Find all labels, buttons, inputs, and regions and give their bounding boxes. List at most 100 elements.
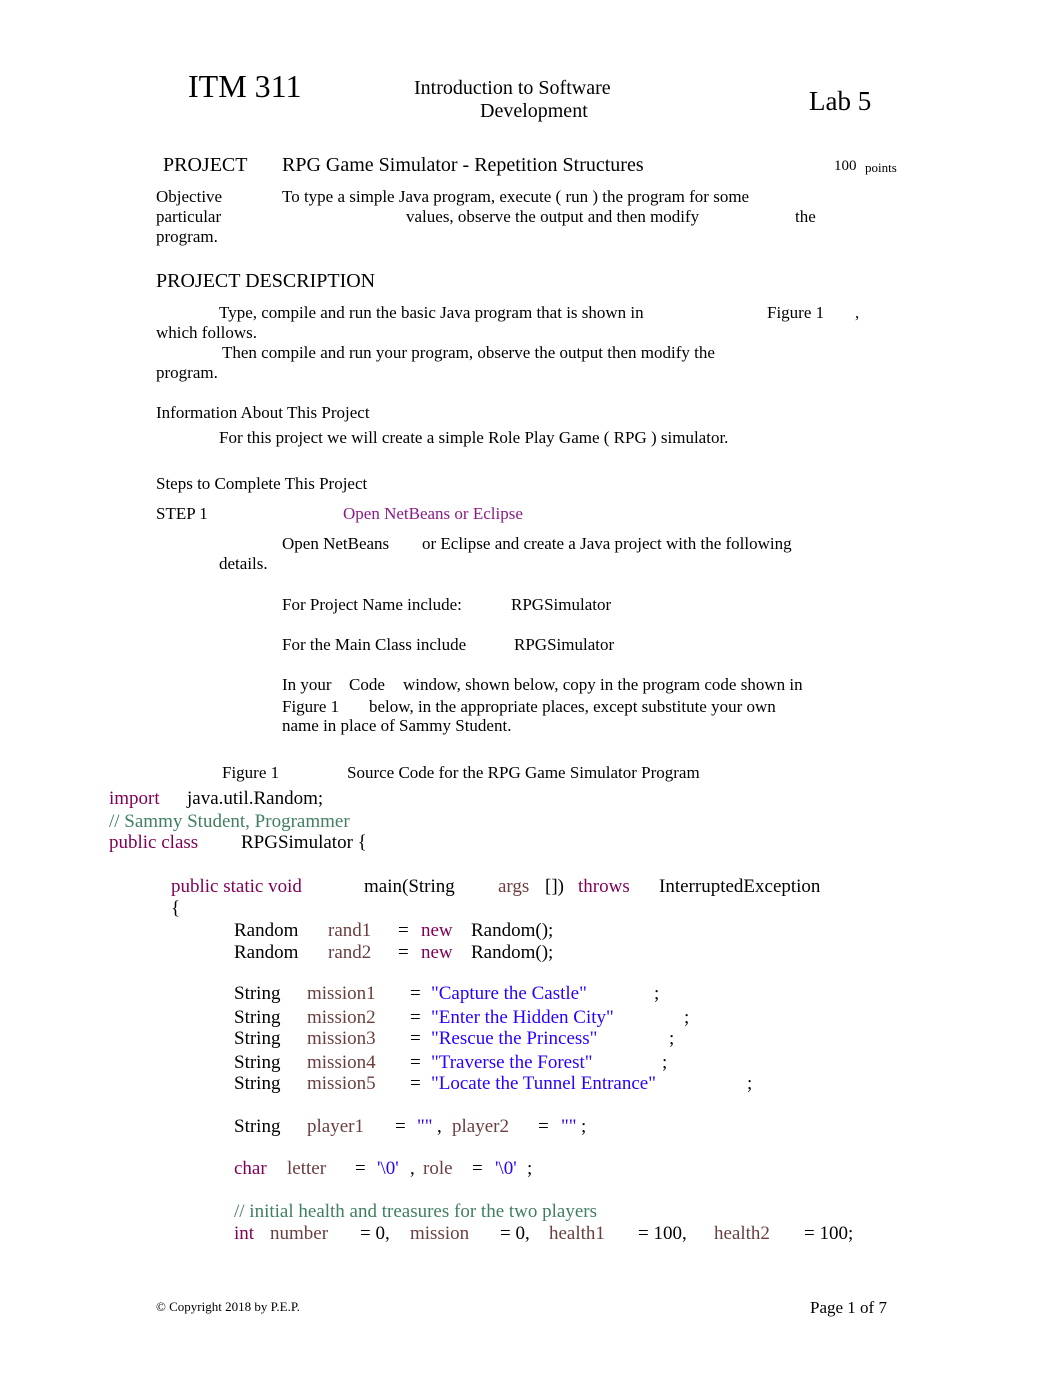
code-player2-value: "" <box>561 1116 577 1137</box>
code-mission4-value: "Traverse the Forest" <box>431 1052 593 1073</box>
code-main-signature: main(String <box>364 876 455 897</box>
code-mission1-value: "Capture the Castle" <box>431 983 587 1004</box>
main-class-label: For the Main Class include <box>282 635 467 654</box>
code-mission2-semi: ; <box>684 1007 690 1028</box>
code-import-package: java.util.Random; <box>187 788 324 809</box>
code-mission4-eq: = <box>410 1052 421 1073</box>
code-random1-eq: = <box>398 920 409 941</box>
code-mission4-name: mission4 <box>307 1052 376 1073</box>
code-import-keyword: import <box>109 788 160 809</box>
code-players-type: String <box>234 1116 281 1137</box>
code-random2-ctor: Random(); <box>471 942 554 963</box>
code-random1-type: Random <box>234 920 299 941</box>
code-letter-eq: = <box>355 1158 366 1179</box>
figure-label: Figure 1 <box>222 763 280 782</box>
project-name-value: RPGSimulator <box>511 595 612 614</box>
course-code: ITM 311 <box>188 68 302 104</box>
points-label: points <box>865 160 897 175</box>
code-player1-eq: = <box>395 1116 406 1137</box>
code-role-eq: = <box>472 1158 483 1179</box>
code-main-brackets: []) <box>545 876 564 897</box>
code-number-assign: = 0, <box>360 1223 390 1244</box>
objective-line3: program. <box>156 227 218 246</box>
points-value: 100 <box>834 158 857 174</box>
code-mission-assign: = 0, <box>500 1223 530 1244</box>
page-number: Page 1 of 7 <box>810 1298 887 1317</box>
code-exception: InterruptedException <box>659 876 821 897</box>
code-main-keywords: public static void <box>171 876 302 897</box>
code-letter-value: '\0' <box>377 1158 399 1179</box>
code-random2-type: Random <box>234 942 299 963</box>
code-chars-type: char <box>234 1158 267 1179</box>
code-instr-1b: Code <box>349 675 385 694</box>
description-p1c: , <box>855 303 860 322</box>
code-mission3-value: "Rescue the Princess" <box>431 1028 598 1049</box>
code-number-name: number <box>270 1223 329 1244</box>
code-mission3-semi: ; <box>669 1028 675 1049</box>
code-random2-name: rand2 <box>328 942 372 963</box>
code-class-keyword: public class <box>109 832 199 853</box>
code-main-args: args <box>498 876 530 897</box>
code-instr-1a: In your <box>282 675 332 694</box>
code-mission1-type: String <box>234 983 281 1004</box>
objective-line2a: particular <box>156 207 222 226</box>
code-player1-value: "" <box>417 1116 433 1137</box>
project-name: RPG Game Simulator - Repetition Structur… <box>282 154 644 176</box>
code-mission5-eq: = <box>410 1073 421 1094</box>
step1-line1a: Open NetBeans <box>282 534 390 553</box>
code-mission5-name: mission5 <box>307 1073 376 1094</box>
code-mission5-value: "Locate the Tunnel Entrance" <box>431 1073 656 1094</box>
code-ints-type: int <box>234 1223 255 1244</box>
code-mission3-eq: = <box>410 1028 421 1049</box>
steps-heading: Steps to Complete This Project <box>156 474 368 493</box>
code-random1-new: new <box>421 920 453 941</box>
description-p1a: Type, compile and run the basic Java pro… <box>219 303 644 322</box>
code-chars-semi: ; <box>527 1158 533 1179</box>
code-instr-2b: below, in the appropriate places, except… <box>369 697 776 716</box>
code-mission2-name: mission2 <box>307 1007 376 1028</box>
step1-line2: details. <box>219 554 268 573</box>
code-mission2-type: String <box>234 1007 281 1028</box>
code-random1-name: rand1 <box>328 920 372 941</box>
code-mission-name: mission <box>410 1223 470 1244</box>
objective-line2b: values, observe the output and then modi… <box>406 207 700 226</box>
code-open-brace: { <box>171 898 181 919</box>
code-mission4-semi: ; <box>662 1052 668 1073</box>
code-instr-2a: Figure 1 <box>282 697 340 716</box>
code-random1-ctor: Random(); <box>471 920 554 941</box>
code-mission2-value: "Enter the Hidden City" <box>431 1007 614 1028</box>
info-text: For this project we will create a simple… <box>219 428 729 447</box>
code-instr-3: name in place of Sammy Student. <box>282 716 512 735</box>
copyright: © Copyright 2018 by P.E.P. <box>156 1299 300 1314</box>
code-throws-keyword: throws <box>578 876 630 897</box>
step1-label: STEP 1 <box>156 504 208 523</box>
code-mission1-semi: ; <box>654 983 660 1004</box>
code-comment-author: // Sammy Student, Programmer <box>109 811 350 832</box>
objective-line1: To type a simple Java program, execute (… <box>282 187 750 206</box>
code-health2-assign: = 100; <box>804 1223 854 1244</box>
code-class-name: RPGSimulator { <box>241 832 367 853</box>
step1-title: Open NetBeans or Eclipse <box>343 504 523 523</box>
code-mission5-semi: ; <box>747 1073 753 1094</box>
code-mission3-type: String <box>234 1028 281 1049</box>
code-letter-name: letter <box>287 1158 327 1179</box>
code-mission1-eq: = <box>410 983 421 1004</box>
code-mission5-type: String <box>234 1073 281 1094</box>
code-mission3-name: mission3 <box>307 1028 376 1049</box>
info-heading: Information About This Project <box>156 403 370 422</box>
code-health2-name: health2 <box>714 1223 770 1244</box>
code-role-value: '\0' <box>495 1158 517 1179</box>
project-name-label: For Project Name include: <box>282 595 462 614</box>
code-players-semi: ; <box>581 1116 587 1137</box>
code-random2-eq: = <box>398 942 409 963</box>
code-mission2-eq: = <box>410 1007 421 1028</box>
description-p2a: Then compile and run your program, obser… <box>222 343 715 362</box>
main-class-value: RPGSimulator <box>514 635 615 654</box>
code-instr-1c: window, shown below, copy in the program… <box>403 675 803 694</box>
code-health1-assign: = 100, <box>638 1223 687 1244</box>
description-p2b: program. <box>156 363 218 382</box>
code-player1-name: player1 <box>307 1116 364 1137</box>
description-figure-ref: Figure 1 <box>767 303 825 322</box>
project-label: PROJECT <box>163 154 248 176</box>
step1-line1b: or Eclipse and create a Java project wit… <box>422 534 792 553</box>
